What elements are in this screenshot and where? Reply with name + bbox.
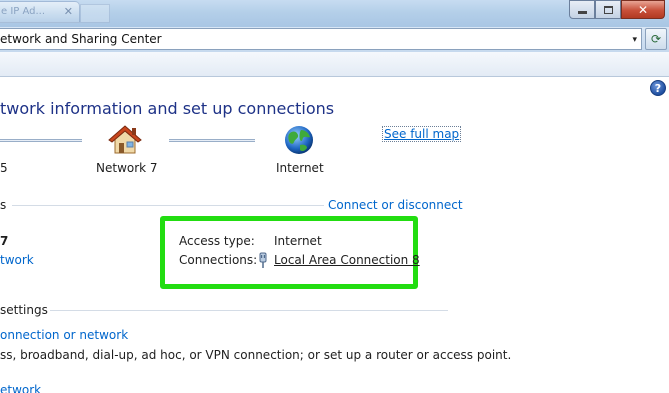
map-connector-left	[0, 139, 82, 142]
refresh-icon: ⟳	[650, 32, 662, 46]
access-type-label: Access type:	[179, 234, 255, 248]
connections-label: Connections:	[179, 253, 258, 267]
window-titlebar: e IP Ad... ✕ ✕	[0, 0, 669, 27]
network-name: 7	[0, 234, 9, 248]
active-networks-header: s	[0, 198, 7, 212]
connect-network-link[interactable]: etwork	[0, 383, 41, 393]
minimize-button[interactable]	[569, 0, 595, 19]
tab-close-icon[interactable]: ✕	[64, 5, 73, 18]
help-button[interactable]: ?	[650, 80, 666, 96]
refresh-button[interactable]: ⟳	[645, 28, 667, 50]
minimize-icon	[577, 11, 587, 14]
maximize-icon	[603, 5, 613, 14]
see-full-map-link[interactable]: See full map	[382, 126, 462, 142]
section-divider-2	[50, 310, 448, 311]
close-icon: ✕	[637, 2, 649, 17]
globe-icon[interactable]	[283, 124, 315, 159]
background-tab[interactable]: e IP Ad... ✕	[0, 1, 80, 23]
connect-or-disconnect-link[interactable]: Connect or disconnect	[328, 198, 463, 212]
network-type-link[interactable]: twork	[0, 253, 34, 267]
address-path[interactable]: etwork and Sharing Center	[0, 32, 162, 46]
maximize-button[interactable]	[595, 0, 621, 19]
page-title: twork information and set up connections	[0, 99, 335, 118]
background-tab-2[interactable]	[80, 4, 110, 23]
local-area-connection-link[interactable]: Local Area Connection 8	[274, 253, 420, 267]
background-tab-label: e IP Ad...	[1, 6, 46, 17]
section-divider-1	[12, 205, 324, 206]
house-icon[interactable]	[108, 124, 142, 159]
help-icon: ?	[654, 81, 662, 95]
close-button[interactable]: ✕	[621, 0, 665, 19]
map-internet-label: Internet	[276, 161, 324, 175]
address-row: etwork and Sharing Center ▾ ⟳	[0, 27, 669, 52]
map-left-label: 5	[0, 161, 8, 175]
setup-connection-description: ss, broadband, dial-up, ad hoc, or VPN c…	[0, 348, 512, 362]
map-network-label: Network 7	[96, 161, 158, 175]
address-dropdown-icon[interactable]: ▾	[632, 35, 637, 45]
command-bar	[0, 52, 669, 77]
plug-icon	[258, 252, 268, 271]
access-type-value: Internet	[274, 234, 322, 248]
change-settings-header: settings	[0, 303, 48, 317]
address-bar[interactable]: etwork and Sharing Center ▾	[0, 28, 642, 50]
window-controls: ✕	[569, 0, 665, 19]
setup-connection-link[interactable]: onnection or network	[0, 328, 128, 342]
map-connector-right	[169, 139, 255, 142]
